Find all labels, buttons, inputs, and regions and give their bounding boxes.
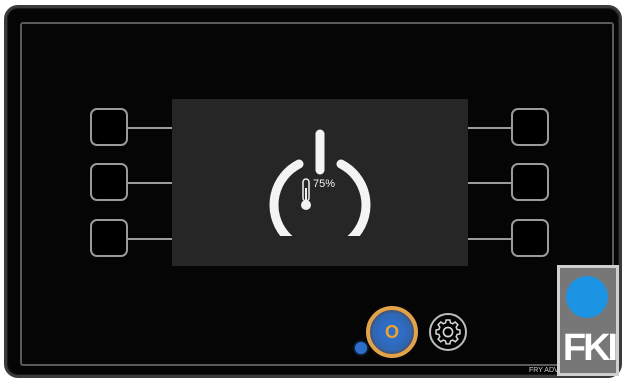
o-button[interactable]: O <box>366 306 418 358</box>
settings-button[interactable] <box>429 313 467 351</box>
left-soft-key-2[interactable] <box>90 163 128 201</box>
o-button-face: O <box>379 319 405 345</box>
gear-icon <box>435 319 461 345</box>
o-button-label: O <box>384 322 399 342</box>
right-connector-3 <box>468 238 511 240</box>
left-soft-key-3[interactable] <box>90 219 128 257</box>
right-soft-key-1[interactable] <box>511 108 549 146</box>
left-connector-3 <box>128 238 172 240</box>
temperature-percent: 75% <box>313 178 336 190</box>
logo-text: FKI <box>562 327 618 369</box>
display-screen: 75% <box>172 99 468 266</box>
left-connector-2 <box>128 182 172 184</box>
logo-circle <box>566 276 608 318</box>
thermometer-icon <box>299 178 313 212</box>
brand-logo: FKI <box>557 265 619 376</box>
model-label: FRY ADV <box>529 367 559 374</box>
status-led <box>355 342 367 354</box>
left-soft-key-1[interactable] <box>90 108 128 146</box>
right-connector-1 <box>468 127 511 129</box>
right-soft-key-3[interactable] <box>511 219 549 257</box>
right-soft-key-2[interactable] <box>511 163 549 201</box>
left-connector-1 <box>128 127 172 129</box>
right-connector-2 <box>468 182 511 184</box>
